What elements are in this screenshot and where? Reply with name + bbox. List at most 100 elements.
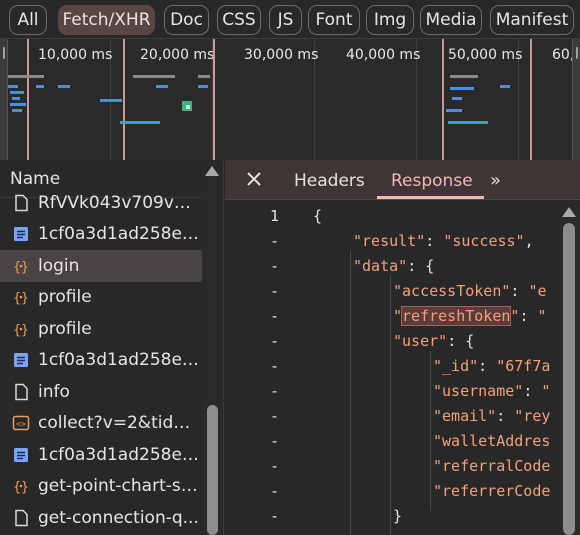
tick-label: 40,000 ms [346,47,421,63]
response-line: - "data": { [225,257,558,282]
response-line: -} [225,507,558,532]
line-number: - [269,257,279,275]
json-key: "accessToken" [393,282,511,300]
line-number: - [269,507,279,525]
request-list: Name RfVVk043v709vw... 1cf0a3d1ad258e5...… [0,160,224,535]
overview-left-handle[interactable] [0,39,8,160]
scroll-thumb[interactable] [207,405,218,535]
timeline-bar [448,121,488,124]
request-row[interactable]: get-connection-q... [0,502,202,534]
timeline-bar [10,91,24,94]
json-key: "walletAddres [433,432,551,450]
timeline-bar [156,85,168,88]
scroll-up-icon[interactable] [205,166,219,176]
detail-tabs: Headers Response » [225,160,580,200]
json-brace: } [393,507,403,525]
json-value: "rey [514,407,551,425]
response-line: - "referrerCode [225,482,558,507]
request-row[interactable]: {} get-point-chart-st... [0,471,202,503]
response-line: - "accessToken": "e [225,282,558,307]
line-number: - [269,307,279,325]
timeline-marker [123,39,125,160]
timeline-bar [12,109,22,112]
overview-right-handle[interactable] [572,39,580,160]
request-row[interactable]: {} profile [0,313,202,345]
timeline-bar [450,75,478,78]
line-number: - [269,482,279,500]
response-line: - "email": "rey [225,407,558,432]
timeline-bar [8,85,18,88]
timeline-bar [36,85,44,88]
filter-media[interactable]: Media [420,5,482,35]
filter-all[interactable]: All [9,5,47,35]
filter-manifest[interactable]: Manifest [490,5,574,35]
timeline-bar [12,97,20,100]
script-icon [10,223,32,245]
tab-response[interactable]: Response [391,171,473,191]
json-key: "result" [353,232,426,250]
response-line: - "refreshToken": " [225,306,558,332]
filter-js[interactable]: JS [269,5,302,35]
request-name: 1cf0a3d1ad258e5... [38,350,202,371]
request-row[interactable]: 1cf0a3d1ad258e5... [0,219,202,251]
json-key: "_id" [433,357,479,375]
tab-headers[interactable]: Headers [294,171,365,191]
request-name: 1cf0a3d1ad258e5... [38,444,202,465]
fetch-icon: {} [10,286,32,308]
document-icon [10,381,32,403]
response-scrollbar[interactable] [558,201,580,535]
line-number: 1 [269,207,279,225]
json-value: "67f7a [496,357,551,375]
timeline-bar [186,105,190,109]
scroll-thumb[interactable] [563,223,575,535]
request-row[interactable]: {} profile [0,282,202,314]
json-punctuation: : { [447,332,475,350]
tick-label: 30,000 ms [244,47,319,63]
more-tabs-icon[interactable]: » [490,170,501,191]
fetch-icon: {} [10,318,32,340]
line-number: - [269,357,279,375]
request-row[interactable]: 1cf0a3d1ad258e5... [0,439,202,471]
json-value: "e [528,282,547,300]
json-punctuation: , [524,232,534,250]
request-row[interactable]: RfVVk043v709vw... [0,187,202,219]
filter-font[interactable]: Font [308,5,360,35]
filter-doc[interactable]: Doc [164,5,209,35]
svg-text:<>: <> [16,420,26,429]
request-row[interactable]: <> collect?v=2&tid=... [0,408,202,440]
json-key: "referralCode [433,457,551,475]
request-row[interactable]: {} login [0,250,202,282]
request-name: 1cf0a3d1ad258e5... [38,224,202,245]
request-name: get-connection-q... [38,507,199,528]
request-name: profile [38,318,92,339]
tick-label: 10,000 ms [38,47,113,63]
filter-img[interactable]: Img [366,5,414,35]
request-row[interactable]: info [0,376,202,408]
line-number: - [269,332,279,350]
filter-bar: All Fetch/XHR Doc CSS JS Font Img Media … [0,0,580,38]
json-key: "user" [393,332,448,350]
svg-text:{}: {} [13,480,29,495]
json-value: " [537,307,547,325]
line-number: - [269,282,279,300]
script-icon [10,349,32,371]
close-icon[interactable] [243,168,265,190]
filter-css[interactable]: CSS [217,5,261,35]
request-name: get-point-chart-st... [38,476,202,497]
timeline-bar [452,97,462,100]
timeline-bar [100,99,122,102]
request-row[interactable]: 1cf0a3d1ad258e5... [0,345,202,377]
timeline-bar [133,75,175,78]
scroll-up-icon[interactable] [562,207,576,217]
response-body[interactable]: 1{- "result": "success", - "data": {- "acces… [225,201,558,535]
timeline-bar [198,75,210,78]
json-key: "email" [433,407,497,425]
line-number: - [269,232,279,250]
tick-label: 50,000 ms [448,47,523,63]
filter-fetch-xhr[interactable]: Fetch/XHR [58,5,155,35]
list-scrollbar[interactable] [202,160,222,535]
response-line: - "result": "success", [225,232,558,257]
timeline-bar [500,85,510,88]
network-overview[interactable]: 10,000 ms 20,000 ms 30,000 ms 40,000 ms … [0,38,580,160]
timeline-marker [27,39,29,160]
